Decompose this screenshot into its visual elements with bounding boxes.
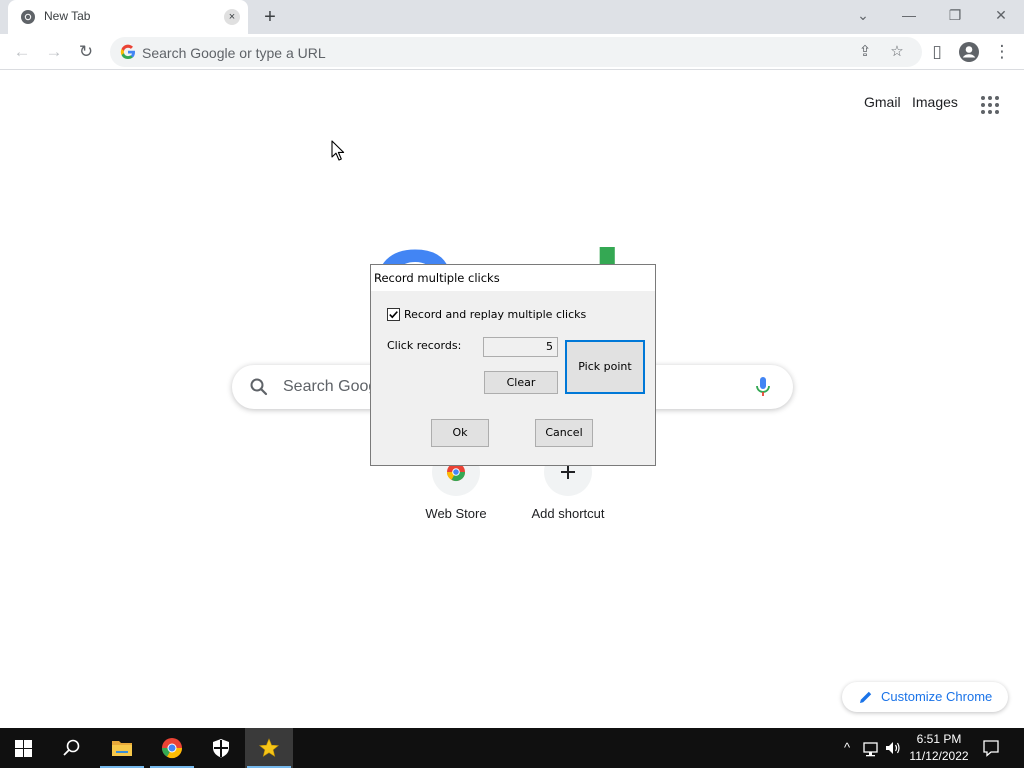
chrome-favicon-icon [21, 10, 35, 24]
voice-search-mic-icon[interactable] [754, 376, 772, 398]
taskbar-search-button[interactable] [48, 728, 96, 768]
pencil-icon [860, 691, 872, 703]
side-panel-icon[interactable]: ▯ [925, 40, 949, 64]
restore-button[interactable]: ❐ [942, 4, 968, 26]
network-icon[interactable] [862, 738, 880, 758]
customize-chrome-button[interactable]: Customize Chrome [842, 682, 1008, 712]
clear-button[interactable]: Clear [484, 371, 558, 394]
pick-point-button[interactable]: Pick point [565, 340, 645, 394]
profile-avatar-icon[interactable] [957, 40, 981, 64]
volume-icon[interactable] [884, 738, 902, 758]
new-tab-button[interactable]: + [260, 7, 280, 27]
shortcut-label: Web Store [425, 506, 487, 521]
checkmark-icon [389, 311, 398, 319]
tray-chevron-icon[interactable]: ^ [838, 738, 856, 758]
shield-icon [213, 739, 229, 758]
gmail-link[interactable]: Gmail [864, 94, 901, 110]
tab-strip: New Tab × + ⌄ — ❐ ✕ [0, 0, 1024, 34]
taskbar-security[interactable] [197, 728, 245, 768]
customize-chrome-label: Customize Chrome [881, 689, 993, 704]
omnibox-placeholder: Search Google or type a URL [142, 45, 326, 61]
tab-new-tab[interactable]: New Tab × [8, 0, 248, 34]
ok-button[interactable]: Ok [431, 419, 489, 447]
tab-title: New Tab [44, 9, 91, 23]
cancel-button[interactable]: Cancel [535, 419, 593, 447]
dialog-title: Record multiple clicks [374, 271, 500, 285]
google-apps-icon[interactable] [980, 95, 1000, 115]
click-records-field[interactable]: 5 [483, 337, 558, 357]
bookmark-star-icon[interactable]: ☆ [888, 43, 906, 61]
mouse-cursor-icon [331, 140, 345, 161]
omnibox[interactable]: Search Google or type a URL ⇪ ☆ [110, 37, 922, 67]
clock-time: 6:51 PM [916, 732, 962, 746]
tab-search-icon[interactable]: ⌄ [850, 4, 876, 26]
taskbar-favorites-app[interactable] [245, 728, 293, 768]
taskbar-search-icon [63, 739, 80, 756]
taskbar-file-explorer[interactable] [98, 728, 146, 768]
click-records-label: Click records: [387, 339, 462, 352]
minimize-button[interactable]: — [896, 4, 922, 26]
file-explorer-icon [112, 741, 132, 756]
tab-close-icon[interactable]: × [224, 9, 240, 25]
reload-button[interactable]: ↻ [74, 40, 98, 64]
notification-center-icon[interactable] [982, 738, 1000, 758]
record-replay-label[interactable]: Record and replay multiple clicks [404, 308, 586, 321]
chrome-menu-icon[interactable]: ⋮ [990, 40, 1014, 64]
google-g-icon [120, 44, 135, 60]
browser-toolbar: ← → ↻ Search Google or type a URL ⇪ ☆ ▯ … [0, 34, 1024, 70]
record-clicks-dialog: Record multiple clicks Record and replay… [370, 264, 656, 466]
record-replay-checkbox[interactable] [387, 308, 400, 321]
windows-logo-icon [15, 740, 32, 757]
windows-taskbar: ^ 6:51 PM 11/12/2022 [0, 728, 1024, 768]
back-button[interactable]: ← [10, 40, 34, 64]
clock-date: 11/12/2022 [909, 749, 969, 763]
chrome-icon [161, 738, 183, 759]
taskbar-clock[interactable]: 6:51 PM 11/12/2022 [906, 731, 972, 765]
taskbar-chrome[interactable] [148, 728, 196, 768]
images-link[interactable]: Images [912, 94, 958, 110]
search-icon [250, 378, 268, 396]
close-window-button[interactable]: ✕ [988, 4, 1014, 26]
start-button[interactable] [0, 728, 48, 768]
forward-button[interactable]: → [42, 40, 66, 64]
dialog-titlebar[interactable]: Record multiple clicks [371, 265, 655, 291]
shortcut-label: Add shortcut [531, 506, 605, 521]
star-app-icon [259, 738, 279, 757]
share-icon[interactable]: ⇪ [856, 43, 874, 61]
